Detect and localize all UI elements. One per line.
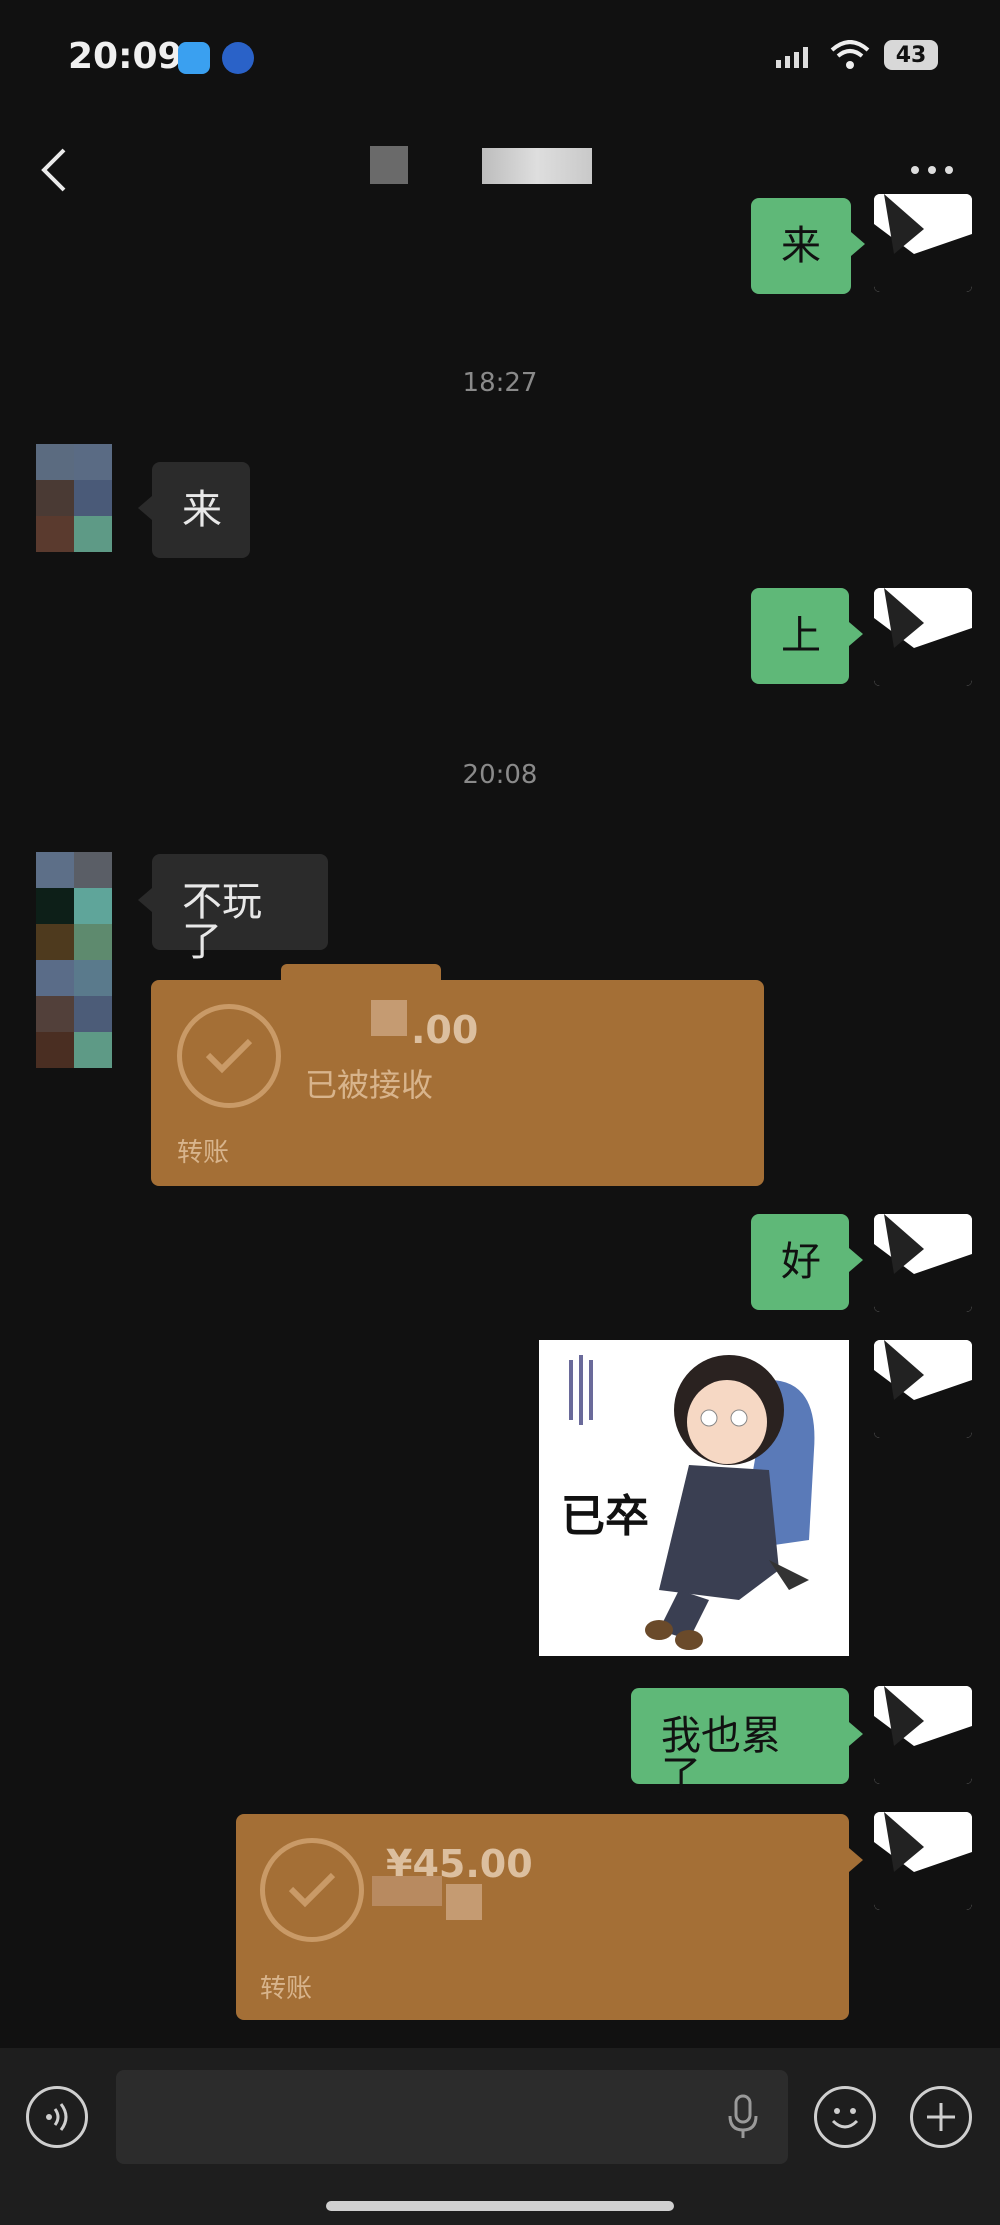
my-avatar[interactable] — [874, 1686, 972, 1784]
voice-icon[interactable] — [26, 2086, 88, 2148]
app-notification-icon — [178, 42, 210, 74]
signal-icon — [776, 47, 808, 68]
message-outgoing[interactable]: 来 — [751, 198, 865, 294]
transfer-card[interactable]: ¥45.00 转账 — [236, 1814, 849, 2020]
status-indicators: 43 — [776, 40, 938, 70]
message-text: 来 — [781, 223, 821, 269]
message-incoming[interactable]: 来 — [138, 462, 250, 558]
message-outgoing[interactable]: 上 — [751, 588, 863, 684]
transfer-tail — [849, 1848, 863, 1872]
transfer-label: 转账 — [260, 1974, 313, 2004]
wifi-icon — [830, 40, 870, 69]
message-incoming[interactable]: 不玩了 — [138, 854, 328, 962]
sticker-image[interactable]: 已卒 — [539, 1340, 849, 1656]
transfer-card[interactable]: .00 已被接收 转账 — [151, 964, 764, 1186]
message-input[interactable] — [116, 2070, 788, 2164]
message-text: 好 — [781, 1239, 821, 1285]
redaction-blur — [446, 1884, 482, 1920]
plus-icon[interactable] — [910, 2086, 972, 2148]
redaction-blur — [372, 1876, 442, 1906]
home-indicator[interactable] — [326, 2201, 674, 2211]
my-avatar[interactable] — [874, 1214, 972, 1312]
my-avatar[interactable] — [874, 588, 972, 686]
status-time: 20:09 — [68, 36, 183, 77]
checkmark-icon — [177, 1004, 281, 1108]
contact-avatar[interactable] — [36, 444, 112, 552]
back-arrow-icon[interactable] — [34, 140, 74, 200]
message-text: 上 — [781, 613, 821, 659]
mic-icon[interactable] — [726, 2094, 760, 2140]
message-outgoing[interactable]: 我也累了 — [631, 1688, 863, 1796]
message-text: 不玩了 — [182, 879, 262, 965]
transfer-label: 转账 — [177, 1138, 230, 1168]
redaction-blur — [281, 964, 441, 994]
checkmark-icon — [260, 1838, 364, 1942]
contact-name-blurred — [370, 146, 408, 184]
message-text: 来 — [182, 487, 222, 533]
my-avatar[interactable] — [874, 194, 972, 292]
contact-name-blurred — [482, 148, 592, 184]
app-notification-icon — [222, 42, 254, 74]
battery-indicator: 43 — [884, 40, 938, 70]
message-text: 我也累了 — [661, 1713, 781, 1799]
sticker-caption: 已卒 — [561, 1491, 649, 1542]
timestamp: 18:27 — [462, 368, 538, 398]
message-outgoing[interactable]: 好 — [751, 1214, 863, 1310]
my-avatar[interactable] — [874, 1340, 972, 1438]
transfer-amount: .00 — [411, 1008, 479, 1052]
transfer-status: 已被接收 — [305, 1066, 434, 1104]
emoji-icon[interactable] — [814, 2086, 876, 2148]
more-icon[interactable] — [902, 150, 962, 190]
contact-avatar[interactable] — [36, 852, 112, 1068]
timestamp: 20:08 — [462, 760, 538, 790]
my-avatar[interactable] — [874, 1812, 972, 1910]
